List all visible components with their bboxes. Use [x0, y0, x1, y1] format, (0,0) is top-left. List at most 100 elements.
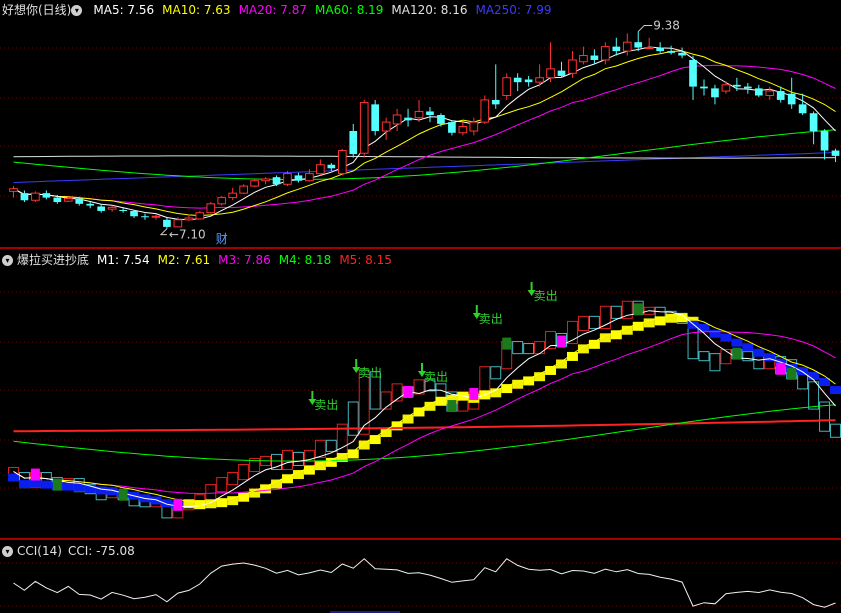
candle-75 — [831, 148, 840, 163]
indicator-legend-item-3: M4: 8.18 — [278, 253, 332, 267]
sell-signal-0: 卖出 — [308, 391, 338, 412]
settings-circle-icon[interactable]: ▾ — [71, 4, 83, 16]
candle-38 — [426, 107, 434, 123]
candle-52 — [579, 46, 588, 65]
step-box-52 — [577, 315, 589, 331]
candle-68 — [754, 84, 763, 98]
indicator-legend-items: M1: 7.54 M2: 7.61 M3: 7.86 M4: 8.18 M5: 8.15 — [89, 251, 392, 269]
candle-17 — [195, 210, 205, 220]
candle-30 — [337, 148, 347, 176]
step-box-65 — [720, 349, 732, 365]
blue-block-68 — [753, 348, 765, 357]
candle-26 — [294, 172, 303, 183]
pane-title: 好想你(日线) — [2, 3, 72, 17]
candle-7 — [86, 202, 95, 209]
step-box-46 — [512, 341, 524, 355]
ma-line-5 — [13, 46, 836, 221]
indicator-legend-item-1: M2: 7.61 — [157, 253, 211, 267]
candle-46 — [513, 73, 522, 92]
candle-9 — [107, 205, 117, 212]
candle-11 — [130, 210, 138, 219]
candle-58 — [644, 37, 654, 50]
svg-text:卖出: 卖出 — [534, 289, 558, 303]
candle-27 — [305, 169, 314, 182]
blue-block-65 — [720, 333, 732, 342]
svg-text:卖出: 卖出 — [424, 370, 448, 384]
yellow-block-20 — [227, 496, 239, 506]
yellow-block-23 — [260, 484, 272, 494]
indicator-legend-item-0: M1: 7.54 — [97, 253, 150, 267]
yellow-block-22 — [249, 488, 261, 498]
candle-47 — [524, 75, 533, 87]
step-box-73 — [808, 381, 820, 410]
yellow-block-45 — [501, 384, 513, 394]
blue-block-67 — [742, 343, 754, 352]
candle-64 — [711, 84, 719, 105]
blue-block-75 — [830, 386, 841, 395]
yellow-block-57 — [632, 321, 644, 331]
indicator-pane[interactable]: 卖出 卖出 卖出 卖出 卖出 ▾ 爆拉买进抄底 M1: 7.54 M2: 7.61 M3: … — [0, 250, 841, 538]
candle-67 — [743, 83, 752, 94]
candle-41 — [458, 122, 468, 136]
main-price-pane[interactable]: 9.38 ←7.10 财 好想你(日线) ▾ MA5: 7.56 MA10: 7.63… — [0, 0, 841, 247]
step-box-35 — [391, 383, 403, 402]
blue-block-13 — [150, 496, 162, 505]
svg-text:卖出: 卖出 — [314, 398, 338, 412]
candle-73 — [809, 111, 818, 145]
yellow-block-56 — [621, 325, 633, 335]
candle-33 — [371, 99, 380, 136]
step-box-55 — [610, 305, 622, 319]
signal-block-11 — [776, 362, 786, 375]
candle-31 — [349, 123, 358, 158]
step-box-26 — [292, 451, 304, 466]
step-box-34 — [380, 391, 392, 410]
indicator-title: 爆拉买进抄底 — [17, 253, 90, 267]
blue-block-1 — [18, 480, 30, 489]
candle-43 — [480, 95, 490, 124]
blue-block-63 — [698, 323, 710, 332]
ma-legend-item-2: MA20: 7.87 — [238, 3, 307, 17]
step-box-47 — [523, 343, 535, 355]
signal-block-6 — [469, 387, 479, 400]
signal-block-0 — [30, 468, 40, 481]
high-price-label: 9.38 — [653, 19, 680, 33]
blue-block-73 — [808, 371, 820, 380]
candle-34 — [381, 117, 391, 140]
candle-50 — [557, 61, 566, 78]
step-box-64 — [709, 353, 721, 372]
indicator-chart[interactable]: 卖出卖出 卖出卖出卖出 — [0, 250, 841, 538]
candlestick-chart[interactable]: 9.38 ←7.10 财 — [0, 0, 841, 247]
svg-text:卖出: 卖出 — [479, 312, 503, 326]
ma-legend-item-0: MA5: 7.56 — [93, 3, 155, 17]
candle-53 — [590, 49, 599, 65]
step-box-21 — [238, 463, 250, 481]
candle-29 — [327, 162, 336, 171]
pane-divider[interactable] — [0, 247, 841, 249]
low-price-label: ←7.10 — [169, 228, 206, 242]
yellow-block-31 — [347, 449, 359, 459]
yellow-block-25 — [282, 474, 293, 484]
candle-1 — [20, 190, 29, 203]
candle-2 — [31, 191, 40, 203]
sell-signal-1: 卖出 — [352, 359, 382, 380]
candle-74 — [820, 129, 829, 160]
settings-circle-icon[interactable]: ▾ — [2, 254, 13, 266]
sell-signal-2: 卖出 — [417, 363, 448, 384]
indicator-legend-item-4: M5: 8.15 — [339, 253, 392, 267]
ma-legend-item-3: MA60: 8.19 — [315, 3, 384, 17]
high-marker-line — [637, 25, 653, 32]
candle-55 — [612, 37, 621, 56]
pane-divider[interactable] — [0, 538, 841, 540]
settings-circle-icon[interactable]: ▾ — [2, 545, 13, 557]
candle-12 — [141, 213, 149, 220]
signal-block-1 — [52, 478, 62, 491]
indicator-legend-item-2: M3: 7.86 — [218, 253, 271, 267]
indicator-line-0 — [13, 419, 836, 433]
sell-signal-4: 卖出 — [527, 282, 558, 303]
candle-72 — [798, 93, 807, 116]
cci-pane[interactable]: ▾ CCI(14) CCI: -75.08 — [0, 541, 841, 613]
svg-text:卖出: 卖出 — [358, 366, 382, 380]
yellow-block-29 — [325, 457, 337, 467]
candle-44 — [491, 64, 500, 109]
candle-21 — [239, 184, 248, 195]
